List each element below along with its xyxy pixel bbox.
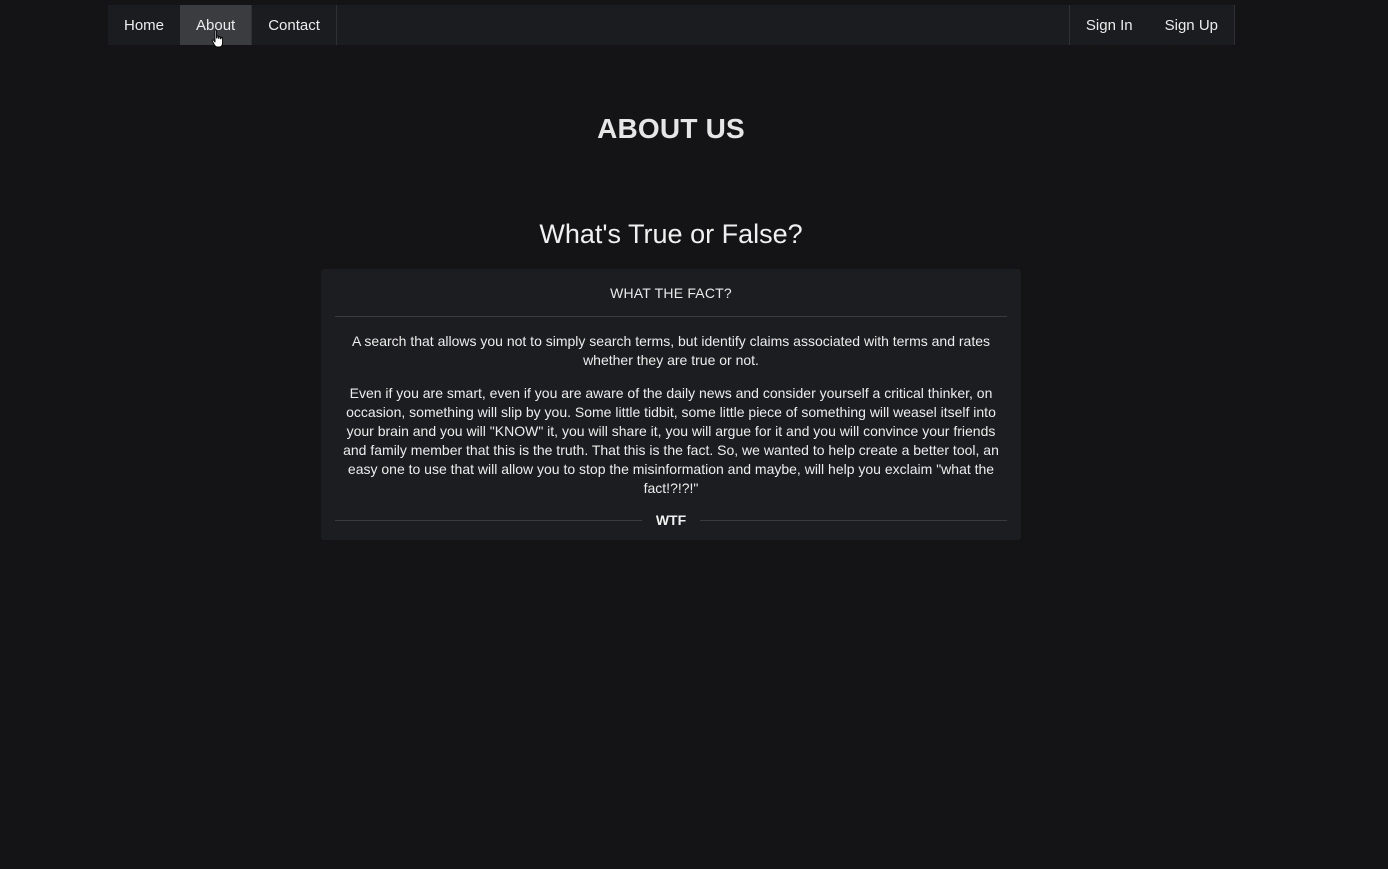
nav-contact[interactable]: Contact <box>252 5 337 45</box>
nav-sign-in[interactable]: Sign In <box>1070 5 1149 45</box>
divider-label: WTF <box>655 512 687 528</box>
card-header: WHAT THE FACT? <box>335 269 1007 317</box>
about-card: WHAT THE FACT? A search that allows you … <box>321 269 1021 540</box>
page-title: ABOUT US <box>597 113 745 144</box>
divider-line-left <box>335 519 642 521</box>
card-paragraph-intro: A search that allows you not to simply s… <box>351 333 991 368</box>
nav-sign-up[interactable]: Sign Up <box>1149 5 1235 45</box>
card-body: A search that allows you not to simply s… <box>335 332 1007 498</box>
card-divider: WTF <box>335 512 1008 528</box>
card-paragraph-detail: Even if you are smart, even if you are a… <box>343 385 999 496</box>
nav-right-group: Sign In Sign Up <box>1068 5 1235 45</box>
divider-line-right <box>700 519 1008 521</box>
nav-about[interactable]: About <box>180 5 253 45</box>
section-heading: What's True or False? <box>539 219 803 249</box>
top-navbar: Home About Contact Sign In Sign Up <box>108 5 1235 45</box>
nav-home[interactable]: Home <box>108 5 180 45</box>
nav-left-group: Home About Contact <box>108 5 337 45</box>
